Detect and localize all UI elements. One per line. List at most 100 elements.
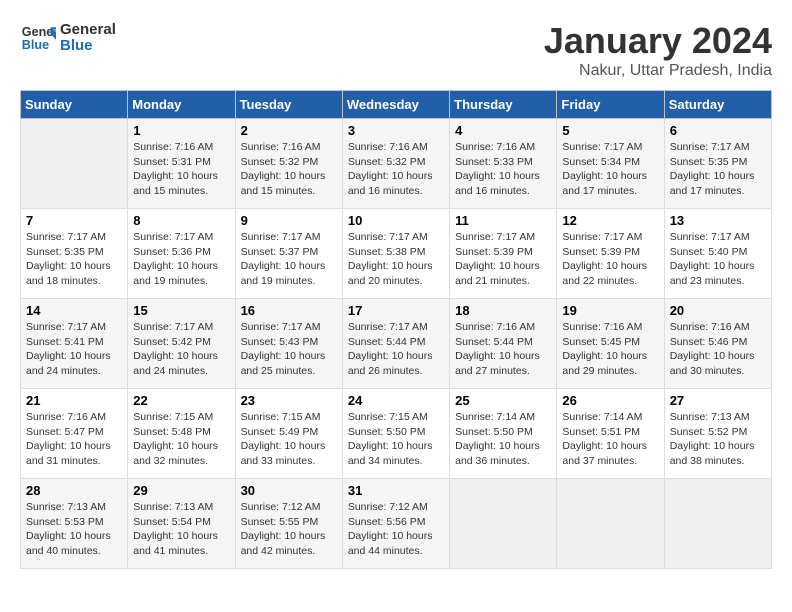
day-number: 8 [133, 213, 229, 228]
day-cell [557, 479, 664, 569]
day-number: 19 [562, 303, 658, 318]
day-cell: 5 Sunrise: 7:17 AMSunset: 5:34 PMDaylight… [557, 119, 664, 209]
day-info: Sunrise: 7:15 AMSunset: 5:48 PMDaylight:… [133, 410, 229, 469]
day-cell: 28 Sunrise: 7:13 AMSunset: 5:53 PMDayligh… [21, 479, 128, 569]
day-cell: 16Sunrise: 7:17 AMSunset: 5:43 PMDayligh… [235, 299, 342, 389]
day-cell: 17 Sunrise: 7:17 AMSunset: 5:44 PMDayligh… [342, 299, 449, 389]
day-number: 11 [455, 213, 551, 228]
day-cell: 24Sunrise: 7:15 AMSunset: 5:50 PMDayligh… [342, 389, 449, 479]
day-cell: 8 Sunrise: 7:17 AMSunset: 5:36 PMDaylight… [128, 209, 235, 299]
day-info: Sunrise: 7:17 AMSunset: 5:40 PMDaylight:… [670, 230, 766, 289]
day-number: 16 [241, 303, 337, 318]
day-number: 1 [133, 123, 229, 138]
day-number: 20 [670, 303, 766, 318]
weekday-header-tuesday: Tuesday [235, 91, 342, 119]
month-year-title: January 2024 [544, 20, 772, 62]
day-number: 12 [562, 213, 658, 228]
day-number: 23 [241, 393, 337, 408]
day-cell: 4Sunrise: 7:16 AMSunset: 5:33 PMDaylight… [450, 119, 557, 209]
weekday-header-sunday: Sunday [21, 91, 128, 119]
day-cell: 2 Sunrise: 7:16 AMSunset: 5:32 PMDaylight… [235, 119, 342, 209]
day-number: 31 [348, 483, 444, 498]
day-number: 2 [241, 123, 337, 138]
day-info: Sunrise: 7:13 AMSunset: 5:53 PMDaylight:… [26, 500, 122, 559]
day-info: Sunrise: 7:17 AMSunset: 5:39 PMDaylight:… [455, 230, 551, 289]
logo-line1: General [60, 22, 116, 39]
day-info: Sunrise: 7:17 AMSunset: 5:38 PMDaylight:… [348, 230, 444, 289]
day-number: 30 [241, 483, 337, 498]
logo-icon: General Blue [20, 20, 56, 56]
day-info: Sunrise: 7:16 AMSunset: 5:32 PMDaylight:… [241, 140, 337, 199]
day-info: Sunrise: 7:15 AMSunset: 5:50 PMDaylight:… [348, 410, 444, 469]
weekday-header-thursday: Thursday [450, 91, 557, 119]
week-row-2: 7 Sunrise: 7:17 AMSunset: 5:35 PMDaylight… [21, 209, 772, 299]
day-number: 21 [26, 393, 122, 408]
weekday-header-wednesday: Wednesday [342, 91, 449, 119]
day-number: 13 [670, 213, 766, 228]
day-info: Sunrise: 7:12 AMSunset: 5:55 PMDaylight:… [241, 500, 337, 559]
day-info: Sunrise: 7:17 AMSunset: 5:36 PMDaylight:… [133, 230, 229, 289]
day-cell: 14 Sunrise: 7:17 AMSunset: 5:41 PMDayligh… [21, 299, 128, 389]
day-cell: 12 Sunrise: 7:17 AMSunset: 5:39 PMDayligh… [557, 209, 664, 299]
day-info: Sunrise: 7:14 AMSunset: 5:51 PMDaylight:… [562, 410, 658, 469]
day-info: Sunrise: 7:17 AMSunset: 5:35 PMDaylight:… [26, 230, 122, 289]
day-info: Sunrise: 7:17 AMSunset: 5:39 PMDaylight:… [562, 230, 658, 289]
day-number: 7 [26, 213, 122, 228]
day-info: Sunrise: 7:17 AMSunset: 5:37 PMDaylight:… [241, 230, 337, 289]
day-info: Sunrise: 7:12 AMSunset: 5:56 PMDaylight:… [348, 500, 444, 559]
week-row-5: 28 Sunrise: 7:13 AMSunset: 5:53 PMDayligh… [21, 479, 772, 569]
day-info: Sunrise: 7:16 AMSunset: 5:46 PMDaylight:… [670, 320, 766, 379]
day-cell: 20 Sunrise: 7:16 AMSunset: 5:46 PMDayligh… [664, 299, 771, 389]
day-cell [21, 119, 128, 209]
day-number: 18 [455, 303, 551, 318]
location-label: Nakur, Uttar Pradesh, India [544, 62, 772, 80]
day-cell: 9 Sunrise: 7:17 AMSunset: 5:37 PMDaylight… [235, 209, 342, 299]
weekday-header-monday: Monday [128, 91, 235, 119]
day-info: Sunrise: 7:15 AMSunset: 5:49 PMDaylight:… [241, 410, 337, 469]
day-cell: 29Sunrise: 7:13 AMSunset: 5:54 PMDayligh… [128, 479, 235, 569]
calendar-table: SundayMondayTuesdayWednesdayThursdayFrid… [20, 90, 772, 569]
day-info: Sunrise: 7:16 AMSunset: 5:32 PMDaylight:… [348, 140, 444, 199]
day-cell: 25 Sunrise: 7:14 AMSunset: 5:50 PMDayligh… [450, 389, 557, 479]
day-cell: 18Sunrise: 7:16 AMSunset: 5:44 PMDayligh… [450, 299, 557, 389]
svg-text:Blue: Blue [22, 38, 49, 52]
day-number: 25 [455, 393, 551, 408]
day-info: Sunrise: 7:16 AMSunset: 5:31 PMDaylight:… [133, 140, 229, 199]
day-number: 17 [348, 303, 444, 318]
day-info: Sunrise: 7:17 AMSunset: 5:34 PMDaylight:… [562, 140, 658, 199]
day-cell: 30 Sunrise: 7:12 AMSunset: 5:55 PMDayligh… [235, 479, 342, 569]
day-cell: 15 Sunrise: 7:17 AMSunset: 5:42 PMDayligh… [128, 299, 235, 389]
weekday-header-saturday: Saturday [664, 91, 771, 119]
title-section: January 2024 Nakur, Uttar Pradesh, India [544, 20, 772, 80]
day-info: Sunrise: 7:13 AMSunset: 5:52 PMDaylight:… [670, 410, 766, 469]
day-cell: 26Sunrise: 7:14 AMSunset: 5:51 PMDayligh… [557, 389, 664, 479]
week-row-3: 14 Sunrise: 7:17 AMSunset: 5:41 PMDayligh… [21, 299, 772, 389]
day-cell: 19 Sunrise: 7:16 AMSunset: 5:45 PMDayligh… [557, 299, 664, 389]
day-number: 5 [562, 123, 658, 138]
day-info: Sunrise: 7:17 AMSunset: 5:44 PMDaylight:… [348, 320, 444, 379]
day-number: 14 [26, 303, 122, 318]
day-cell: 31 Sunrise: 7:12 AMSunset: 5:56 PMDayligh… [342, 479, 449, 569]
day-info: Sunrise: 7:17 AMSunset: 5:42 PMDaylight:… [133, 320, 229, 379]
day-cell: 10 Sunrise: 7:17 AMSunset: 5:38 PMDayligh… [342, 209, 449, 299]
day-info: Sunrise: 7:17 AMSunset: 5:41 PMDaylight:… [26, 320, 122, 379]
day-number: 10 [348, 213, 444, 228]
day-info: Sunrise: 7:14 AMSunset: 5:50 PMDaylight:… [455, 410, 551, 469]
day-info: Sunrise: 7:17 AMSunset: 5:35 PMDaylight:… [670, 140, 766, 199]
day-cell: 23 Sunrise: 7:15 AMSunset: 5:49 PMDayligh… [235, 389, 342, 479]
logo: General Blue General Blue [20, 20, 116, 56]
week-row-4: 21 Sunrise: 7:16 AMSunset: 5:47 PMDayligh… [21, 389, 772, 479]
day-cell: 11 Sunrise: 7:17 AMSunset: 5:39 PMDayligh… [450, 209, 557, 299]
day-info: Sunrise: 7:16 AMSunset: 5:47 PMDaylight:… [26, 410, 122, 469]
page-header: General Blue General Blue January 2024 N… [20, 20, 772, 80]
weekday-header-row: SundayMondayTuesdayWednesdayThursdayFrid… [21, 91, 772, 119]
day-number: 9 [241, 213, 337, 228]
day-info: Sunrise: 7:16 AMSunset: 5:45 PMDaylight:… [562, 320, 658, 379]
day-number: 29 [133, 483, 229, 498]
day-cell [450, 479, 557, 569]
day-number: 15 [133, 303, 229, 318]
day-cell [664, 479, 771, 569]
day-cell: 3Sunrise: 7:16 AMSunset: 5:32 PMDaylight… [342, 119, 449, 209]
day-cell: 7 Sunrise: 7:17 AMSunset: 5:35 PMDaylight… [21, 209, 128, 299]
day-number: 28 [26, 483, 122, 498]
